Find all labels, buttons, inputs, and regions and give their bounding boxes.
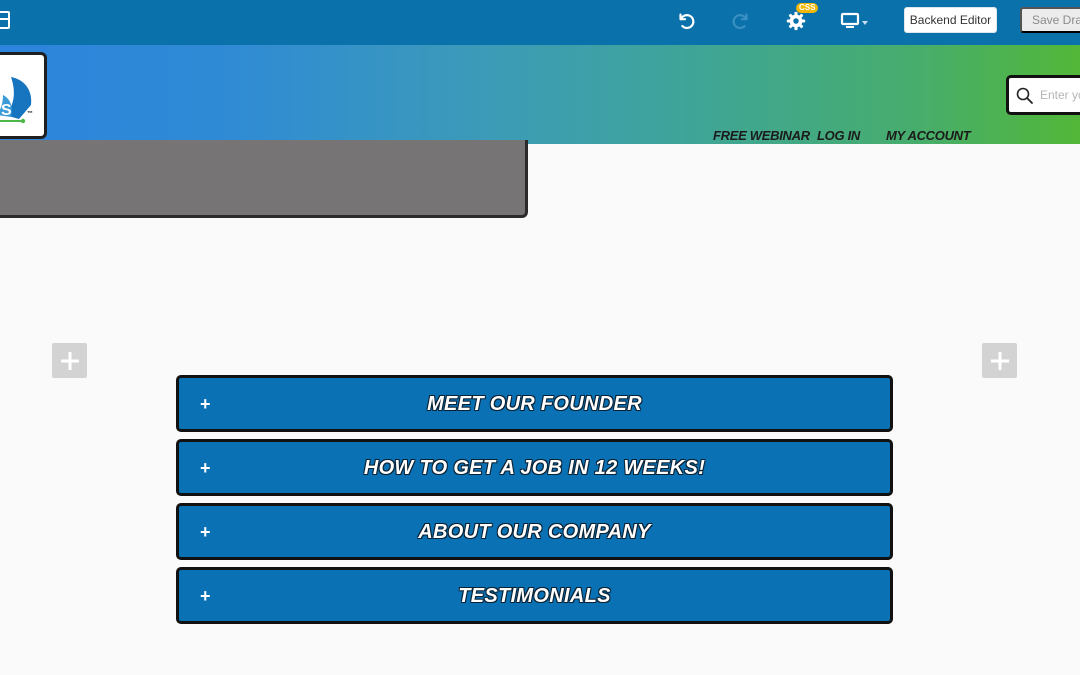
redo-icon	[732, 13, 748, 29]
search-input[interactable]	[1040, 84, 1080, 106]
accordion-item-job-in-12-weeks[interactable]: + HOW TO GET A JOB IN 12 WEEKS!	[176, 439, 893, 496]
search-icon[interactable]	[1016, 87, 1034, 105]
site-header: S ™ FREE WEBINAR LOG IN MY ACCOUNT	[0, 45, 1080, 144]
plus-icon	[60, 351, 79, 370]
undo-button[interactable]	[671, 8, 701, 34]
gear-icon	[786, 11, 806, 31]
backend-editor-button[interactable]: Backend Editor	[904, 7, 997, 33]
save-draft-button[interactable]: Save Draft	[1020, 7, 1080, 33]
accordion-item-label: ABOUT OUR COMPANY	[418, 521, 651, 543]
add-block-right-button[interactable]	[982, 343, 1017, 378]
undo-icon	[679, 13, 695, 29]
layout-panel-icon[interactable]	[0, 11, 10, 29]
device-preview-dropdown[interactable]	[836, 8, 872, 34]
accordion-item-label: HOW TO GET A JOB IN 12 WEEKS!	[363, 457, 706, 479]
nav-my-account[interactable]: MY ACCOUNT	[886, 128, 971, 143]
plus-icon	[990, 351, 1009, 370]
nav-log-in[interactable]: LOG IN	[817, 128, 860, 143]
nav-free-webinar[interactable]: FREE WEBINAR	[713, 128, 810, 143]
site-logo[interactable]: S ™	[0, 52, 47, 139]
desktop-monitor-icon	[840, 12, 860, 28]
css-badge: CSS	[796, 3, 819, 13]
site-search	[1006, 75, 1080, 115]
editor-toolbar: CSS Backend Editor Save Draft	[0, 0, 1080, 45]
accordion-item-meet-our-founder[interactable]: + MEET OUR FOUNDER	[176, 375, 893, 432]
redo-button[interactable]	[726, 8, 756, 34]
image-placeholder-block[interactable]	[0, 140, 528, 218]
accordion-item-about-our-company[interactable]: + ABOUT OUR COMPANY	[176, 503, 893, 560]
add-block-left-button[interactable]	[52, 343, 87, 378]
page: CSS Backend Editor Save Draft S ™ FREE W…	[0, 0, 1080, 675]
accordion-item-testimonials[interactable]: + TESTIMONIALS	[176, 567, 893, 624]
trademark-mark: ™	[27, 111, 33, 117]
accordion-item-label: TESTIMONIALS	[458, 585, 611, 607]
accordion-item-label: MEET OUR FOUNDER	[427, 393, 642, 415]
chevron-down-icon	[862, 20, 868, 25]
svg-text:S: S	[1, 102, 12, 119]
logo-mark-icon: S	[0, 77, 32, 124]
